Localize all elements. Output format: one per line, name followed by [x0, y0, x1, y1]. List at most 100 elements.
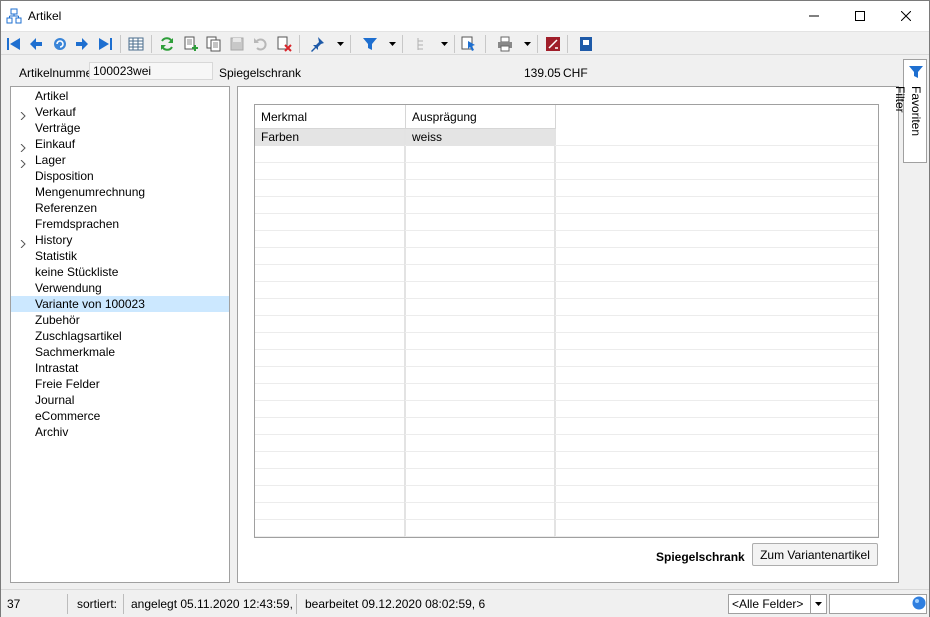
- table-cell[interactable]: [255, 299, 405, 316]
- table-cell[interactable]: [406, 486, 555, 503]
- table-row[interactable]: [255, 486, 878, 503]
- table-row[interactable]: [255, 163, 878, 180]
- goto-variant-article-button[interactable]: Zum Variantenartikel: [752, 543, 878, 566]
- table-cell[interactable]: [255, 248, 405, 265]
- table-row[interactable]: [255, 350, 878, 367]
- table-cell[interactable]: [406, 452, 555, 469]
- nav-item[interactable]: Zubehör: [11, 312, 229, 328]
- tree-dropdown-arrow[interactable]: [439, 34, 449, 54]
- table-cell[interactable]: [255, 452, 405, 469]
- maximize-button[interactable]: [837, 1, 883, 31]
- chevron-right-icon[interactable]: [19, 236, 27, 249]
- table-cell[interactable]: [406, 367, 555, 384]
- nav-item[interactable]: Lager: [11, 152, 229, 169]
- table-row[interactable]: [255, 282, 878, 299]
- filter-button[interactable]: [360, 34, 380, 54]
- nav-item[interactable]: keine Stückliste: [11, 264, 229, 280]
- table-view-button[interactable]: [126, 34, 146, 54]
- table-row[interactable]: [255, 418, 878, 435]
- table-row[interactable]: [255, 503, 878, 520]
- table-cell[interactable]: [255, 282, 405, 299]
- previous-record-button[interactable]: [26, 34, 46, 54]
- table-cell[interactable]: [255, 333, 405, 350]
- tree-view-button[interactable]: [412, 34, 432, 54]
- chevron-right-icon[interactable]: [19, 108, 27, 121]
- table-cell[interactable]: [255, 401, 405, 418]
- nav-item[interactable]: History: [11, 232, 229, 249]
- table-row[interactable]: [255, 214, 878, 231]
- refresh-button[interactable]: [157, 34, 177, 54]
- nav-item[interactable]: Journal: [11, 392, 229, 408]
- grid-header-merkmal[interactable]: Merkmal: [255, 105, 406, 129]
- table-cell[interactable]: [406, 197, 555, 214]
- table-cell[interactable]: [406, 316, 555, 333]
- table-cell[interactable]: [406, 265, 555, 282]
- table-cell[interactable]: weiss: [406, 129, 555, 146]
- table-cell[interactable]: [255, 520, 405, 537]
- delete-record-button[interactable]: [274, 34, 294, 54]
- table-cell[interactable]: [406, 503, 555, 520]
- table-row[interactable]: [255, 265, 878, 282]
- nav-item[interactable]: Freie Felder: [11, 376, 229, 392]
- favorites-filter-tab[interactable]: Favoriten Filter: [893, 59, 927, 163]
- select-cursor-button[interactable]: [459, 34, 479, 54]
- table-cell[interactable]: [255, 231, 405, 248]
- nav-item[interactable]: Variante von 100023: [11, 296, 229, 312]
- print-dropdown-arrow[interactable]: [522, 34, 532, 54]
- nav-item[interactable]: Fremdsprachen: [11, 216, 229, 232]
- table-cell[interactable]: [255, 435, 405, 452]
- table-row[interactable]: [255, 333, 878, 350]
- minimize-button[interactable]: [791, 1, 837, 31]
- table-cell[interactable]: [406, 214, 555, 231]
- table-cell[interactable]: [406, 469, 555, 486]
- nav-item[interactable]: Artikel: [11, 88, 229, 104]
- nav-item[interactable]: Verträge: [11, 120, 229, 136]
- new-record-button[interactable]: [181, 34, 201, 54]
- nav-item[interactable]: Mengenumrechnung: [11, 184, 229, 200]
- nav-item[interactable]: Verwendung: [11, 280, 229, 296]
- table-row[interactable]: [255, 316, 878, 333]
- nav-item[interactable]: Referenzen: [11, 200, 229, 216]
- table-cell[interactable]: [255, 163, 405, 180]
- table-cell[interactable]: [255, 384, 405, 401]
- chevron-right-icon[interactable]: [19, 140, 27, 153]
- table-row[interactable]: [255, 520, 878, 537]
- table-cell[interactable]: [255, 469, 405, 486]
- table-row[interactable]: [255, 248, 878, 265]
- table-cell[interactable]: [255, 180, 405, 197]
- table-cell[interactable]: [406, 520, 555, 537]
- filter-dropdown-arrow[interactable]: [387, 34, 397, 54]
- chevron-down-icon[interactable]: [810, 595, 826, 613]
- undo-button[interactable]: [250, 34, 270, 54]
- nav-item[interactable]: Einkauf: [11, 136, 229, 153]
- table-cell[interactable]: [406, 384, 555, 401]
- table-cell[interactable]: [406, 282, 555, 299]
- table-row[interactable]: Farben weiss: [255, 129, 878, 146]
- table-row[interactable]: [255, 367, 878, 384]
- table-cell[interactable]: [406, 180, 555, 197]
- table-cell[interactable]: [255, 367, 405, 384]
- save-button[interactable]: [227, 34, 247, 54]
- table-cell[interactable]: [255, 316, 405, 333]
- book-button[interactable]: [576, 34, 596, 54]
- nav-item[interactable]: Intrastat: [11, 360, 229, 376]
- table-cell[interactable]: [406, 146, 555, 163]
- next-record-button[interactable]: [72, 34, 92, 54]
- table-cell[interactable]: [255, 503, 405, 520]
- pin-button[interactable]: [307, 34, 327, 54]
- copy-record-button[interactable]: [204, 34, 224, 54]
- table-row[interactable]: [255, 384, 878, 401]
- last-record-button[interactable]: [95, 34, 115, 54]
- table-cell[interactable]: [406, 248, 555, 265]
- table-row[interactable]: [255, 435, 878, 452]
- table-row[interactable]: [255, 401, 878, 418]
- table-cell[interactable]: [406, 231, 555, 248]
- table-row[interactable]: [255, 469, 878, 486]
- pin-dropdown-arrow[interactable]: [335, 34, 345, 54]
- nav-item[interactable]: eCommerce: [11, 408, 229, 424]
- table-row[interactable]: [255, 299, 878, 316]
- table-cell[interactable]: Farben: [255, 129, 405, 146]
- table-cell[interactable]: [255, 197, 405, 214]
- table-row[interactable]: [255, 180, 878, 197]
- table-cell[interactable]: [255, 350, 405, 367]
